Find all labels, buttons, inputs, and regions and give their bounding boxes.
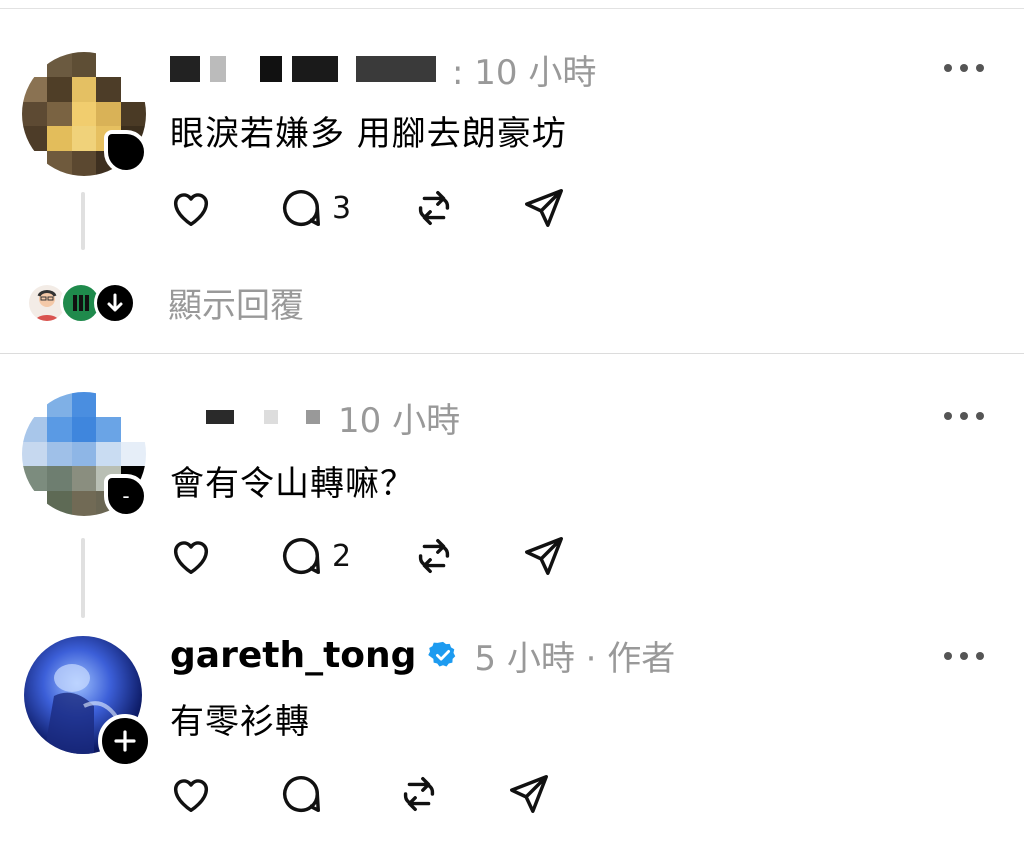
repost-button[interactable] [396,771,442,817]
redacted-username [306,410,320,424]
follow-badge[interactable] [104,130,148,174]
repost-button[interactable] [411,185,457,231]
redacted-username [210,56,226,82]
post-time: : 10 小時 [452,52,597,93]
like-button[interactable] [168,771,214,817]
replies-preview[interactable]: 顯示回覆 [26,278,304,327]
plus-icon [114,730,136,752]
post-text: 眼淚若嫌多 用腳去朗豪坊 [170,114,567,154]
comment-button[interactable]: 2 [278,533,351,579]
reply-avatar [94,281,136,324]
show-replies-link[interactable]: 顯示回覆 [168,278,304,327]
like-button[interactable] [168,185,214,231]
post-time: 10 小時 [338,400,461,441]
username[interactable]: gareth_tong [170,635,416,676]
send-icon [525,537,564,575]
redacted-username [260,56,282,82]
post-text: 會有令山轉嘛？ [170,464,415,504]
repost-icon [418,190,450,226]
redacted-username [356,56,436,82]
comment-bubble-icon [282,190,320,227]
comment-bubble-icon [282,776,320,813]
comment-button[interactable]: 3 [278,185,351,231]
redacted-username [170,56,200,82]
action-bar: 3 [168,184,567,232]
redacted-username [292,56,338,82]
arrow-down-icon [107,293,123,311]
action-bar: 2 [168,532,567,580]
post-text: 有零衫轉 [170,702,310,742]
send-icon [525,189,564,227]
follow-badge[interactable]: - [104,474,148,518]
send-icon [510,775,548,813]
like-button[interactable] [168,533,214,579]
thread-line [81,192,85,250]
follow-button[interactable] [98,714,152,768]
repost-icon [418,538,450,574]
comment-button[interactable] [278,771,332,817]
share-button[interactable] [521,185,567,231]
post-time: 5 小時 · 作者 [474,638,676,679]
share-button[interactable] [506,771,552,817]
more-options-button[interactable] [944,646,984,666]
more-options-button[interactable] [944,58,984,78]
action-bar [168,770,552,818]
post-header: 10 小時 [206,392,460,442]
verified-badge-icon [428,641,456,667]
redacted-username [206,410,234,424]
repost-icon [403,776,435,812]
post-divider [0,353,1024,354]
repost-button[interactable] [411,533,457,579]
heart-icon [173,541,209,575]
comment-bubble-icon [282,538,320,575]
redacted-username [264,410,278,424]
share-button[interactable] [521,533,567,579]
heart-icon [173,193,209,227]
comment-count: 2 [332,538,352,574]
post-header: gareth_tong 5 小時 · 作者 [170,630,675,680]
heart-icon [173,779,209,813]
thread-line [81,538,85,618]
post-header: : 10 小時 [170,44,596,94]
comment-count: 3 [332,190,352,226]
top-border [0,0,1024,9]
more-options-button[interactable] [944,406,984,426]
